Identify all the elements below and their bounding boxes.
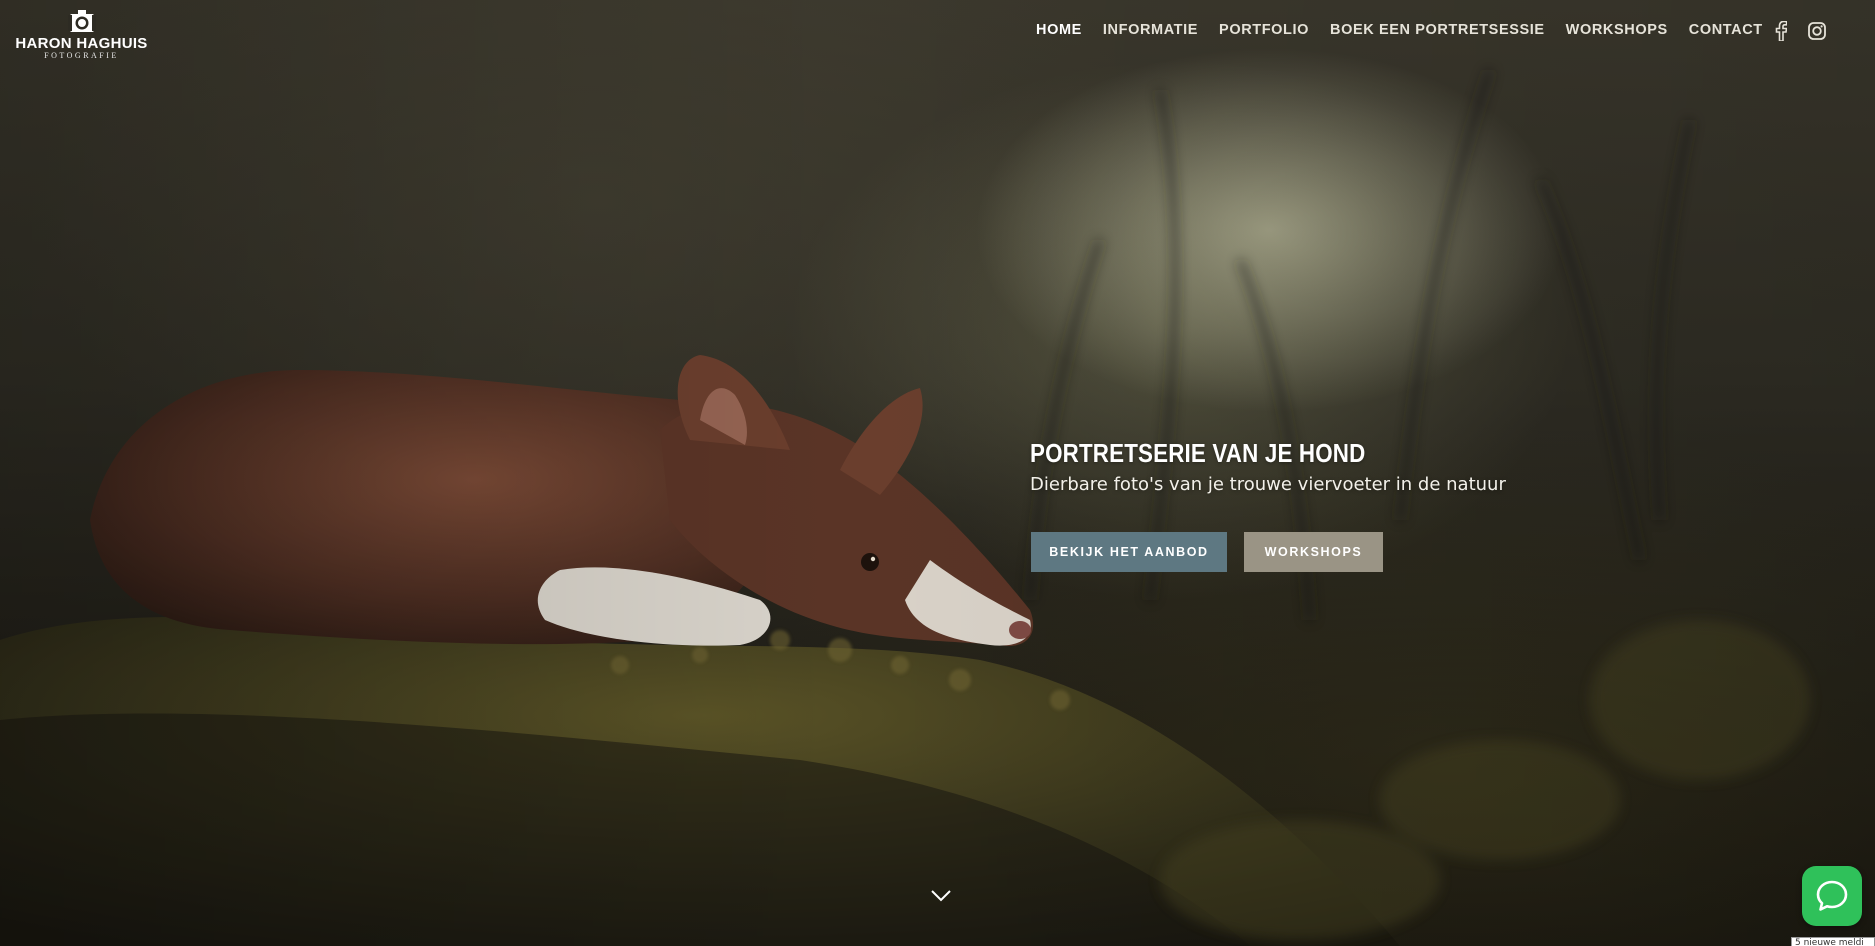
main-navigation: HOME INFORMATIE PORTFOLIO BOEK EEN PORTR…: [1036, 22, 1784, 38]
instagram-icon[interactable]: [1806, 20, 1828, 42]
notification-tab[interactable]: 5 nieuwe meldi: [1791, 937, 1875, 946]
chat-bubble-icon: [1816, 880, 1848, 911]
facebook-icon[interactable]: [1770, 20, 1792, 42]
hero-background-image: [0, 0, 1875, 946]
nav-item-contact[interactable]: CONTACT: [1689, 22, 1763, 38]
nav-item-workshops[interactable]: WORKSHOPS: [1566, 22, 1668, 38]
social-links: [1770, 20, 1828, 42]
nav-item-boek-een-portretsessie[interactable]: BOEK EEN PORTRETSESSIE: [1330, 22, 1545, 38]
chat-button[interactable]: [1802, 866, 1862, 926]
chevron-down-icon[interactable]: [929, 888, 953, 904]
nav-item-informatie[interactable]: INFORMATIE: [1103, 22, 1198, 38]
bekijk-het-aanbod-button[interactable]: BEKIJK HET AANBOD: [1031, 532, 1227, 572]
hero-title: PORTRETSERIE VAN JE HOND: [1030, 438, 1366, 468]
nav-item-portfolio[interactable]: PORTFOLIO: [1219, 22, 1309, 38]
hero-subtitle: Dierbare foto's van je trouwe viervoeter…: [1030, 474, 1506, 495]
workshops-button[interactable]: WORKSHOPS: [1244, 532, 1383, 572]
brand-tagline: FOTOGRAFIE: [44, 51, 119, 60]
site-logo[interactable]: HARON HAGHUIS FOTOGRAFIE: [14, 6, 149, 60]
page: HARON HAGHUIS FOTOGRAFIE HOME INFORMATIE…: [0, 0, 1875, 946]
brand-name: HARON HAGHUIS: [15, 35, 148, 52]
nav-item-home[interactable]: HOME: [1036, 22, 1082, 38]
dog-photo: [0, 68, 1810, 946]
camera-icon: [67, 10, 96, 32]
